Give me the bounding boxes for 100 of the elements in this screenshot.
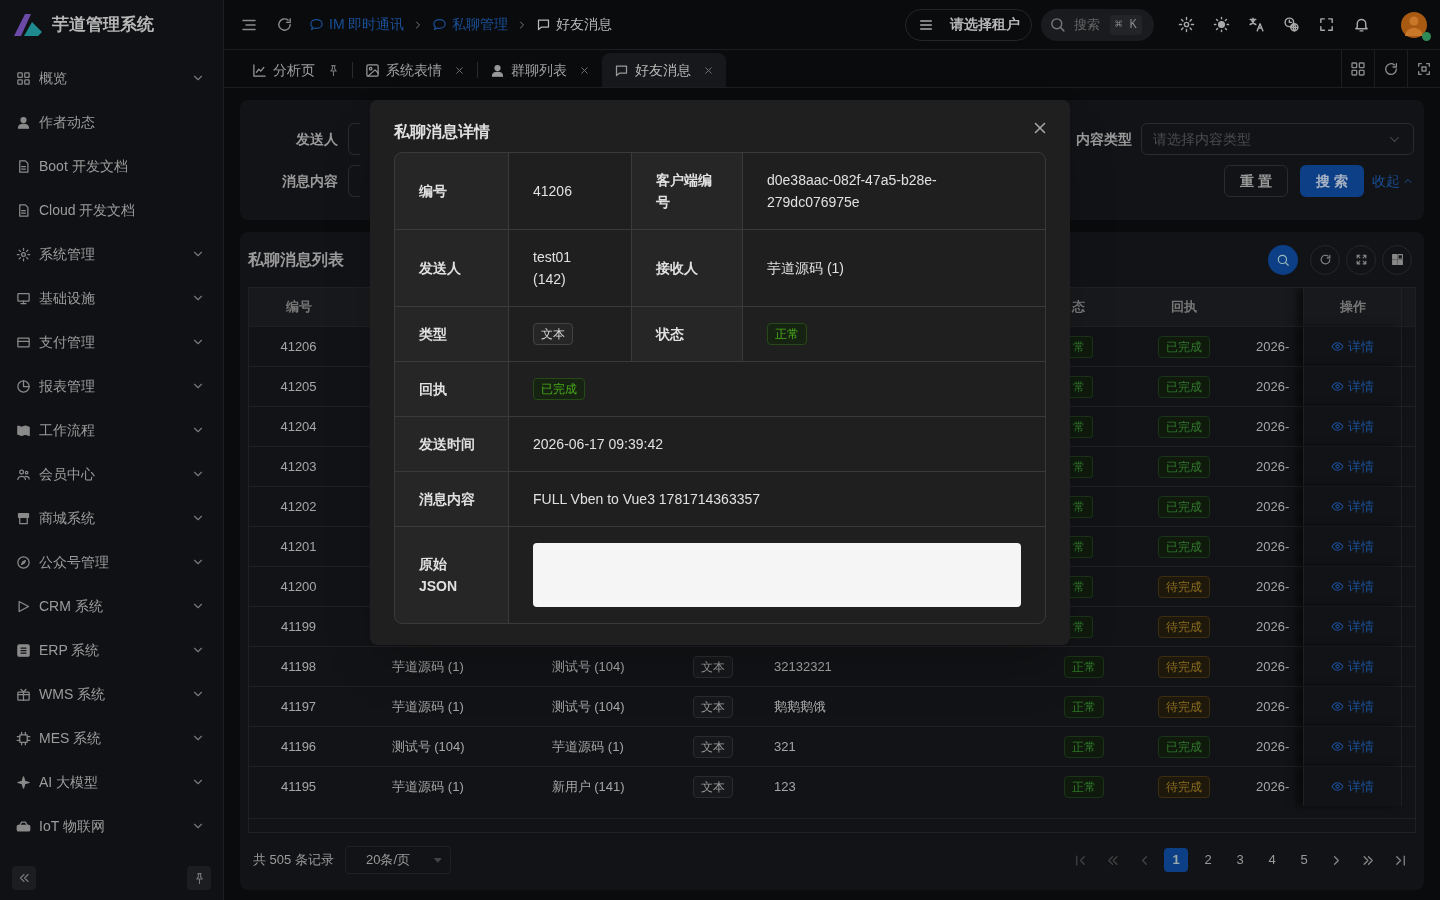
people-icon (16, 466, 31, 482)
search-field[interactable]: 搜索 ⌘ K (1041, 8, 1154, 41)
tab[interactable]: 好友消息 (602, 53, 726, 87)
search-button[interactable] (1268, 244, 1298, 275)
sidebar-item[interactable]: CRM 系统 (0, 584, 223, 628)
sidebar-item[interactable]: Boot 开发文档 (0, 144, 223, 188)
status-tag: 常 (1070, 415, 1093, 438)
receipt-tag: 待完成 (1157, 655, 1210, 678)
table-cell-text: 2026- (1256, 617, 1290, 636)
collapse-sidebar-button[interactable] (12, 866, 36, 890)
grid-icon[interactable] (1350, 60, 1366, 77)
sidebar-item[interactable]: 公众号管理 (0, 540, 223, 584)
column-header: 操作 (1339, 298, 1366, 317)
eye-icon (1331, 540, 1344, 553)
sidebar-item[interactable]: 工作流程 (0, 408, 223, 452)
sidebar-item[interactable]: 支付管理 (0, 320, 223, 364)
detail-tag: 已完成 (533, 378, 585, 400)
table-cell-text: 新用户 (141) (551, 777, 625, 796)
sidebar-item[interactable]: 概览 (0, 56, 223, 100)
tab[interactable]: 分析页 (240, 53, 352, 87)
eye-icon (1331, 740, 1344, 753)
sidebar-item[interactable]: 基础设施 (0, 276, 223, 320)
search-icon (1049, 16, 1066, 33)
status-tag: 常 (1070, 575, 1093, 598)
detail-label: 消息内容 (419, 490, 475, 509)
tab[interactable]: 群聊列表 (478, 53, 602, 87)
receipt-tag: 已完成 (1157, 375, 1210, 398)
focus-icon[interactable] (1416, 60, 1432, 77)
chat-icon (432, 17, 448, 32)
expand-arrows-icon (1354, 253, 1368, 266)
avatar[interactable] (1400, 10, 1428, 39)
sparkle-icon (16, 774, 31, 790)
eye-icon (1331, 780, 1344, 793)
fullscreen-icon[interactable] (1318, 16, 1335, 33)
sidebar-item[interactable]: Cloud 开发文档 (0, 188, 223, 232)
table-cell-text: 2026- (1256, 417, 1290, 436)
sidebar-item[interactable]: 报表管理 (0, 364, 223, 408)
detail-label: 回执 (419, 380, 447, 399)
sidebar-item[interactable]: AI 大模型 (0, 760, 223, 804)
page-button[interactable]: 3 (1228, 848, 1252, 872)
chat-icon (614, 62, 629, 78)
table-cell-text: 2026- (1256, 377, 1290, 396)
sidebar-item[interactable]: 会员中心 (0, 452, 223, 496)
sidebar-item[interactable]: ERP 系统 (0, 628, 223, 672)
bell-icon[interactable] (1353, 16, 1370, 33)
table-cell-text: 32132321 (774, 657, 832, 676)
eye-icon (1331, 660, 1344, 673)
input-field[interactable] (348, 165, 360, 197)
list-icon (16, 642, 31, 658)
search-button[interactable]: 搜 索 (1300, 165, 1364, 197)
detail-label: 客户端编号 (656, 171, 713, 212)
close-icon[interactable] (579, 64, 590, 76)
page-size-select[interactable]: 20条/页 (344, 846, 451, 874)
receipt-tag: 已完成 (1157, 415, 1210, 438)
close-icon[interactable] (703, 64, 714, 76)
search-icon (1276, 252, 1290, 267)
table-cell-text: 41204 (280, 417, 317, 436)
field-label: 消息内容 (281, 171, 339, 191)
refresh-icon[interactable] (1383, 60, 1399, 77)
sidebar-item[interactable]: 商城系统 (0, 496, 223, 540)
input-field[interactable] (348, 123, 360, 155)
line-chart-icon (252, 62, 267, 78)
reset-button[interactable]: 重 置 (1224, 165, 1288, 197)
receipt-tag: 已完成 (1157, 335, 1210, 358)
monitor-icon (16, 290, 31, 306)
refresh-icon[interactable] (276, 16, 293, 33)
status-tag: 正常 (1063, 655, 1104, 678)
eye-icon (1331, 500, 1344, 513)
table-cell-text: 测试号 (104) (391, 737, 465, 756)
status-tag: 常 (1070, 335, 1093, 358)
field-label: 发送人 (295, 129, 339, 149)
tab[interactable]: 系统表情 (353, 53, 477, 87)
receipt-tag: 已完成 (1157, 735, 1210, 758)
table-cell-text: 测试号 (104) (551, 657, 625, 676)
detail-label: 发送人 (419, 259, 461, 278)
status-tag: 正常 (1063, 735, 1104, 758)
sidebar-item[interactable]: WMS 系统 (0, 672, 223, 716)
sidebar-item[interactable]: 系统管理 (0, 232, 223, 276)
shortcut-key: ⌘ K (1110, 14, 1142, 35)
translate-icon[interactable] (1248, 16, 1265, 33)
clock-globe-icon[interactable] (1283, 16, 1300, 33)
pin-icon[interactable] (327, 63, 340, 77)
page-button[interactable]: 1 (1164, 848, 1188, 872)
table-cell-text: 芋道源码 (1) (392, 777, 464, 796)
page-button[interactable]: 4 (1260, 848, 1284, 872)
table-cell-text: 41205 (280, 377, 317, 396)
sidebar-item[interactable]: MES 系统 (0, 716, 223, 760)
close-icon[interactable] (454, 64, 465, 76)
table-cell-text: 41199 (280, 617, 317, 636)
page-button[interactable]: 5 (1292, 848, 1316, 872)
sidebar-item[interactable]: IoT 物联网 (0, 804, 223, 848)
table-cell-text: 2026- (1256, 737, 1290, 756)
pin-button[interactable] (187, 866, 211, 890)
table-cell-text: 123 (774, 777, 796, 796)
sidebar-item[interactable]: 作者动态 (0, 100, 223, 144)
page-button[interactable]: 2 (1196, 848, 1220, 872)
sun-icon[interactable] (1213, 16, 1230, 33)
detail-label: 类型 (419, 325, 447, 344)
column-header: 编号 (285, 298, 312, 317)
breadcrumb-link[interactable]: 好友消息 (536, 14, 613, 35)
